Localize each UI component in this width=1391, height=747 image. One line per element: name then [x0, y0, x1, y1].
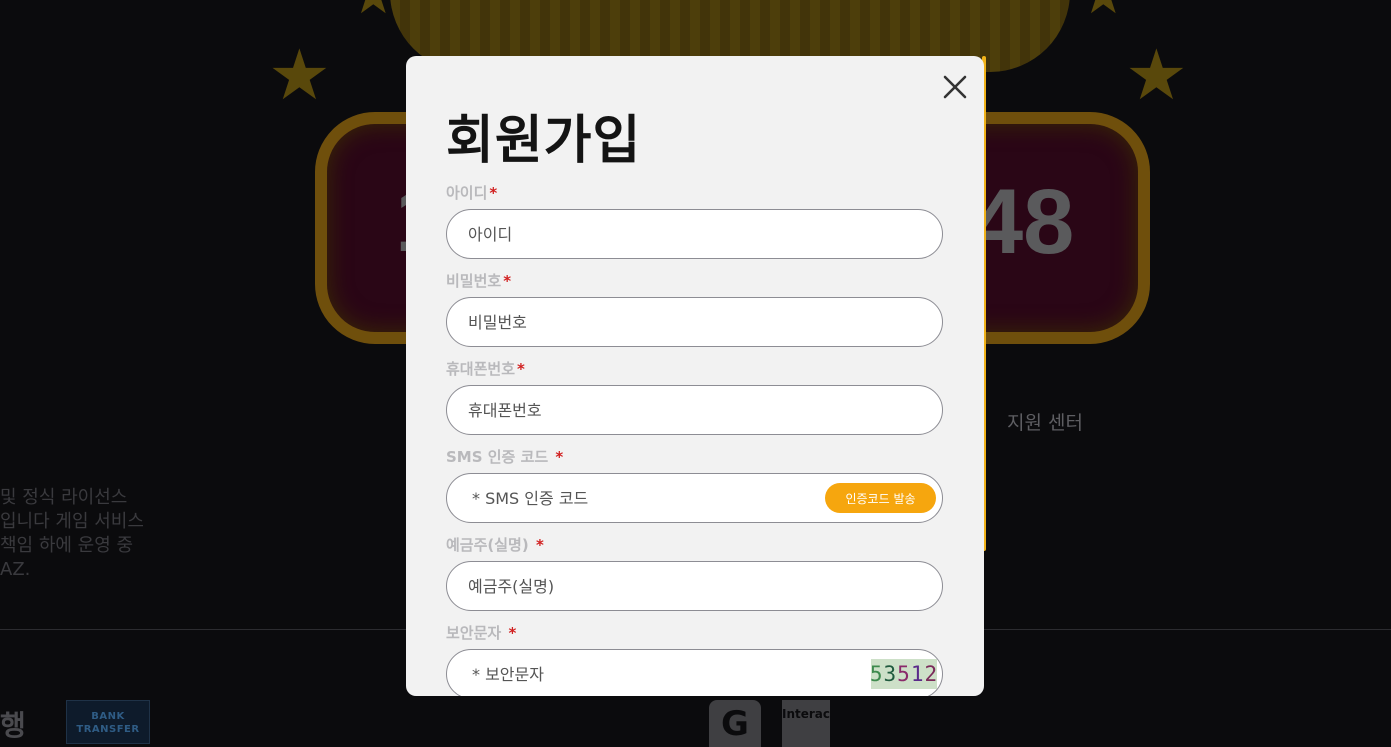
captcha-char: 1: [910, 662, 925, 686]
close-icon: [943, 75, 967, 99]
field-label: 보안문자 *: [446, 622, 943, 644]
field-label: 비밀번호 *: [446, 270, 943, 292]
captcha-image[interactable]: 53512: [869, 659, 939, 689]
captcha-input[interactable]: [446, 649, 943, 696]
field-label: 아이디 *: [446, 182, 943, 204]
password-input[interactable]: [446, 297, 943, 347]
support-center-link[interactable]: 지원 센터: [1007, 408, 1083, 435]
username-input[interactable]: [446, 209, 943, 259]
field-label: 휴대폰번호 *: [446, 358, 943, 380]
field-label: SMS 인증 코드 *: [446, 446, 943, 468]
bank-transfer-logo: BANK TRANSFER: [66, 700, 150, 744]
send-code-button[interactable]: 인증코드 발송: [825, 483, 936, 513]
captcha-char: 5: [897, 662, 911, 686]
input-wrap: 53512: [446, 649, 943, 696]
modal-title: 회원가입: [446, 111, 642, 171]
g-logo: G: [709, 700, 761, 747]
jackpot-counter-digit: 48: [972, 171, 1075, 273]
field-label-text: 보안문자: [446, 624, 507, 642]
signup-modal: 회원가입 아이디* 비밀번호* 휴대폰번호* SMS 인증 코드 * 인증코드 …: [406, 56, 984, 696]
interac-logo: Interac: [782, 700, 830, 747]
required-mark: *: [535, 536, 544, 554]
field-label-text: 예금주(실명): [446, 536, 534, 554]
star-icon: ★: [268, 34, 331, 116]
input-wrap: 인증코드 발송: [446, 473, 943, 523]
phone-input[interactable]: [446, 385, 943, 435]
close-button[interactable]: [940, 72, 970, 102]
captcha-char: 5: [869, 662, 884, 686]
bank-transfer-logo-text: BANK TRANSFER: [76, 711, 140, 735]
field-label-text: 아이디: [446, 184, 488, 202]
field-account-holder: 예금주(실명) *: [446, 534, 943, 611]
captcha-char: 3: [883, 662, 898, 686]
required-mark: *: [503, 272, 512, 290]
required-mark: *: [517, 360, 525, 378]
captcha-char: 2: [924, 662, 939, 686]
account-holder-input[interactable]: [446, 561, 943, 611]
required-mark: *: [489, 184, 498, 202]
field-label-text: SMS 인증 코드: [446, 448, 554, 466]
field-sms-code: SMS 인증 코드 * 인증코드 발송: [446, 446, 943, 523]
required-mark: *: [555, 448, 564, 466]
field-captcha: 보안문자 * 53512: [446, 622, 943, 696]
star-icon: ★: [1080, 0, 1127, 22]
star-icon: ★: [1125, 34, 1188, 116]
field-phone: 휴대폰번호 *: [446, 358, 943, 435]
input-wrap: [446, 561, 943, 611]
license-text: 및 정식 라이선스 입니다 게임 서비스 책임 하에 운영 중 AZ.: [0, 487, 144, 580]
required-mark: *: [508, 624, 517, 642]
input-wrap: [446, 209, 943, 259]
input-wrap: [446, 385, 943, 435]
field-label: 예금주(실명) *: [446, 534, 943, 556]
field-label-text: 비밀번호: [446, 272, 502, 290]
star-icon: ★: [350, 0, 397, 22]
field-label-text: 휴대폰번호: [446, 360, 516, 378]
input-wrap: [446, 297, 943, 347]
field-password: 비밀번호 *: [446, 270, 943, 347]
bank-logo: 행: [0, 709, 26, 742]
field-username: 아이디 *: [446, 182, 943, 259]
